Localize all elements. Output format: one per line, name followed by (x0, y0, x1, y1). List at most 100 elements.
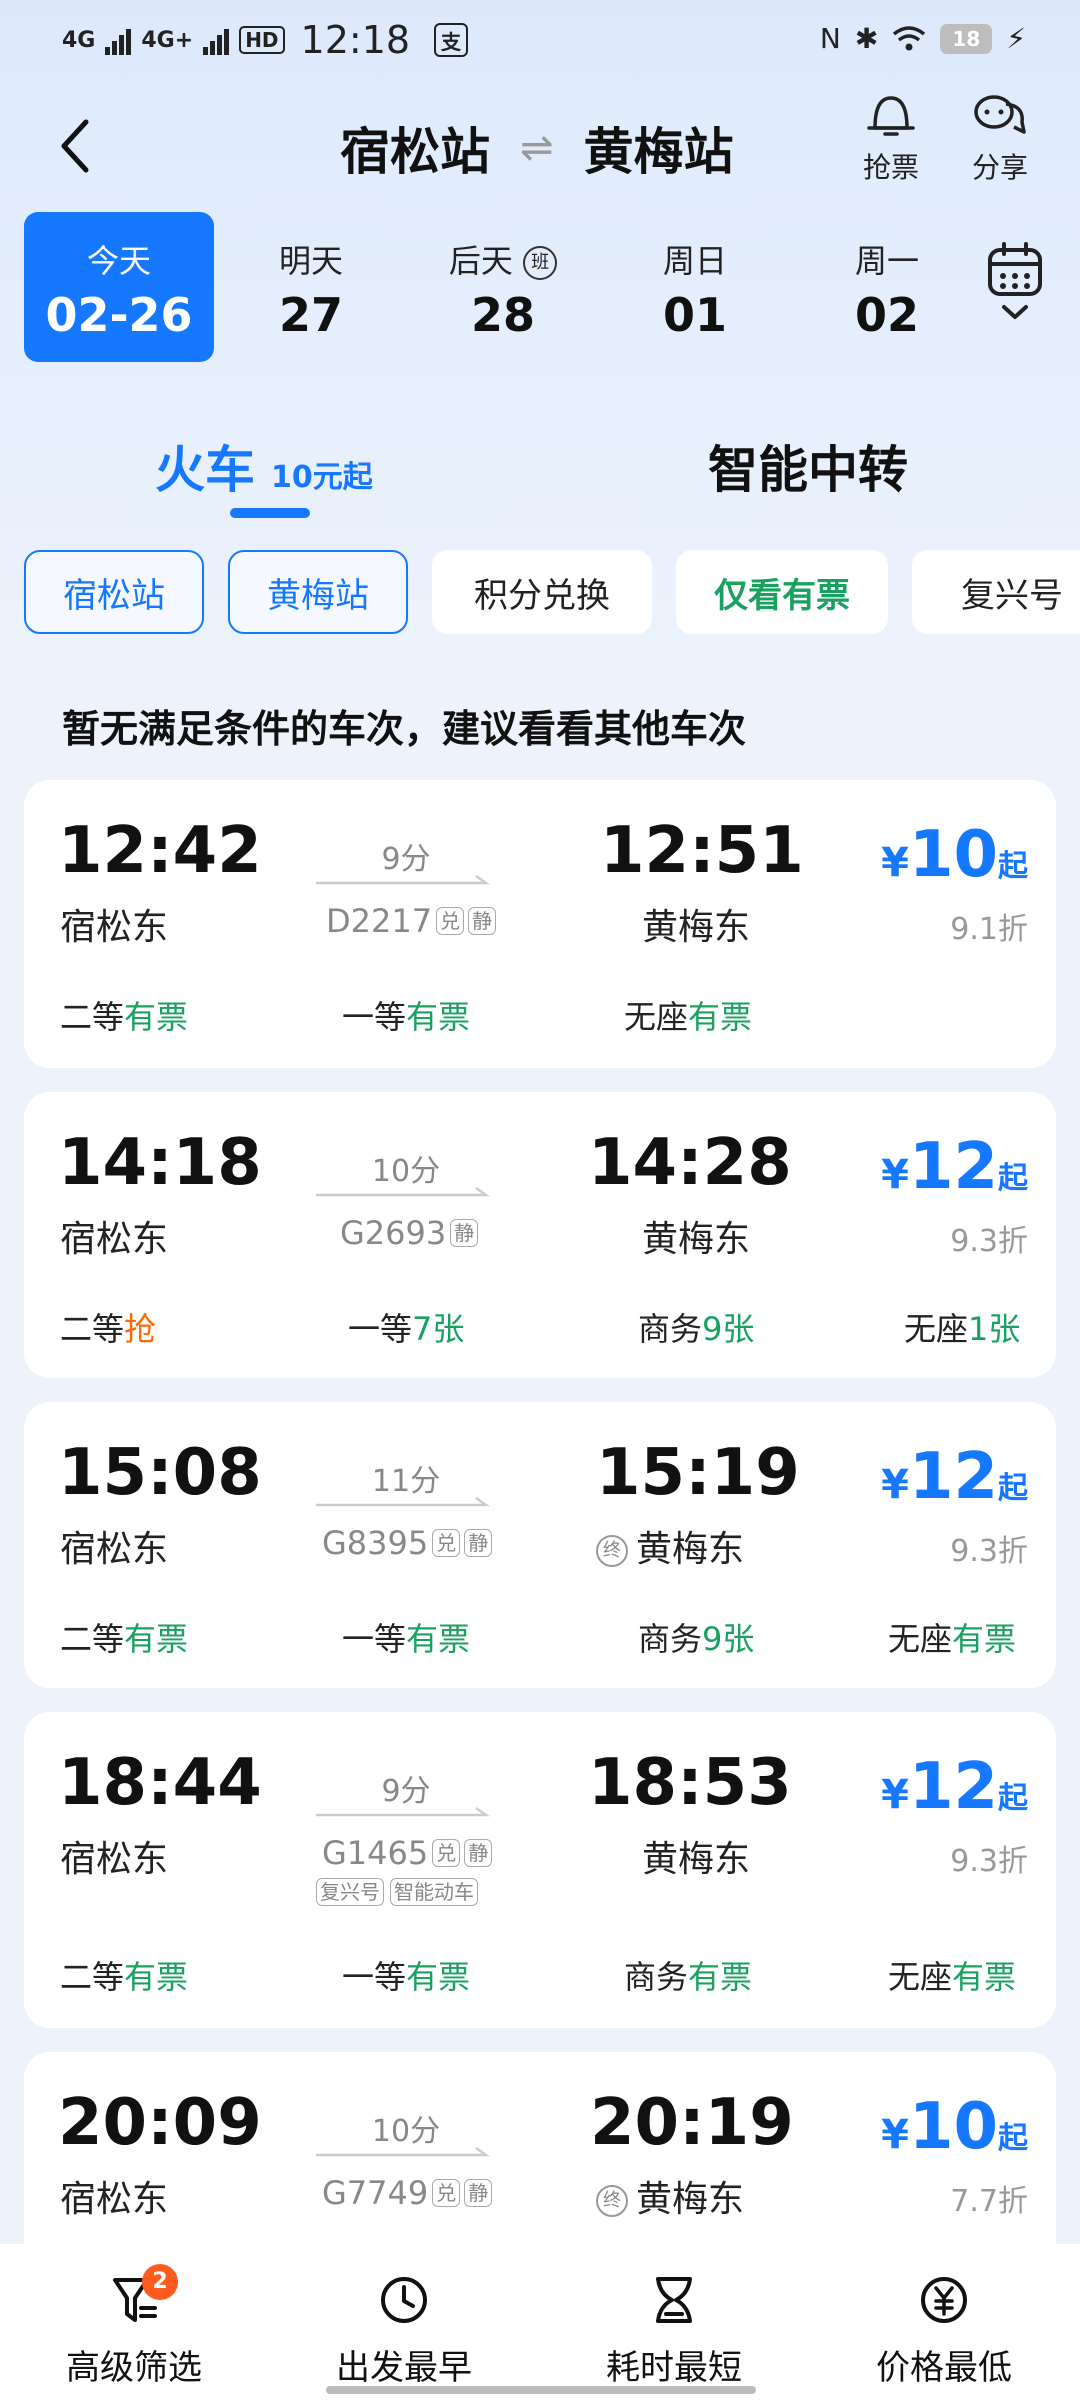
seat-status: 1张 (968, 1310, 1021, 1348)
quiet-tag: 静 (464, 1529, 493, 1557)
date-monday[interactable]: 周一 02 (792, 212, 982, 362)
seat-name: 商务 (638, 1310, 703, 1348)
train-card[interactable]: 18:44 宿松东 9分 G1465 兑 静 复兴号 智能动车 18:53 黄梅… (24, 1712, 1056, 2028)
filter-chip-to-station[interactable]: 黄梅站 (228, 550, 408, 634)
seat-second-class: 二等有票 (60, 1952, 188, 1998)
filter-chip-from-station[interactable]: 宿松站 (24, 550, 204, 634)
seat-status: 有票 (124, 998, 189, 1036)
filter-chip-points[interactable]: 积分兑换 (432, 550, 652, 634)
shift-badge: 班 (523, 246, 558, 280)
train-card[interactable]: 15:08 宿松东 11分 G8395 兑 静 15:19 终黄梅东 ¥12起 … (24, 1402, 1056, 1688)
arrival-station-wrap: 终黄梅东 (596, 2170, 744, 2222)
train-number-label: G2693 (340, 1214, 447, 1252)
train-card[interactable]: 14:18 宿松东 10分 G2693 静 14:28 黄梅东 ¥12起 9.3… (24, 1092, 1056, 1378)
wifi-icon (893, 25, 926, 50)
quiet-tag: 静 (450, 1219, 479, 1247)
direction-arrow-icon (316, 1186, 490, 1197)
alarm-bell-icon (867, 96, 915, 136)
home-indicator[interactable] (326, 2386, 756, 2394)
seat-first-class: 一等有票 (342, 1952, 470, 1998)
back-icon[interactable] (56, 116, 96, 176)
filter-chip-available[interactable]: 仅看有票 (676, 550, 888, 634)
price-value: 12 (908, 1440, 998, 1514)
seat-first-class: 一等有票 (342, 992, 470, 1038)
share-button[interactable]: 分享 (955, 90, 1045, 186)
charging-icon: ⚡ (1006, 22, 1026, 55)
signal-icon-2 (203, 25, 230, 55)
sort-shortest-label: 耗时最短 (606, 2348, 742, 2388)
duration: 11分 (371, 1464, 441, 1499)
seat-second-class: 二等有票 (60, 992, 188, 1038)
price: ¥12起 (828, 1440, 1028, 1514)
bottom-sort-bar: 2 高级筛选 出发最早 耗时最短 价格最低 (0, 2244, 1080, 2400)
train-number-label: G7749 (322, 2174, 429, 2212)
redeem-tag: 兑 (432, 1529, 461, 1557)
seat-first-class: 一等有票 (342, 1614, 470, 1660)
currency-symbol: ¥ (881, 1462, 909, 1508)
departure-station: 宿松东 (60, 2179, 169, 2220)
seat-status: 有票 (406, 1620, 471, 1658)
direction-arrow-icon (316, 1496, 490, 1507)
discount: 9.3折 (950, 1224, 1028, 1259)
arrival-time: 12:51 (600, 814, 804, 888)
sort-earliest-button[interactable]: 出发最早 (304, 2274, 504, 2389)
sort-lowest-price-button[interactable]: 价格最低 (844, 2274, 1044, 2389)
filter-chip-fuxing[interactable]: 复兴号 (912, 550, 1080, 634)
filter-chips: 宿松站 黄梅站 积分兑换 仅看有票 复兴号 (0, 550, 1080, 636)
grab-ticket-button[interactable]: 抢票 (846, 90, 936, 186)
seat-status: 有票 (952, 1620, 1017, 1658)
seat-business: 商务9张 (638, 1614, 754, 1660)
date-today[interactable]: 今天 02-26 (24, 212, 214, 362)
price-value: 12 (908, 1750, 998, 1824)
price-from-label: 起 (998, 1471, 1028, 1506)
date-day-after[interactable]: 后天 班 28 (408, 212, 598, 362)
tab-transfer[interactable]: 智能中转 (708, 430, 908, 502)
calendar-icon (988, 242, 1042, 296)
price-value: 12 (908, 1130, 998, 1204)
discount: 7.7折 (950, 2184, 1028, 2219)
seat-standing: 无座有票 (888, 1952, 1016, 1998)
swap-icon[interactable]: ⇌ (520, 125, 554, 171)
date-sunday[interactable]: 周日 01 (600, 212, 790, 362)
train-card[interactable]: 12:42 宿松东 9分 D2217 兑 静 12:51 黄梅东 ¥10起 9.… (24, 780, 1056, 1068)
seat-status: 有票 (124, 1620, 189, 1658)
to-station[interactable]: 黄梅站 (584, 112, 734, 184)
price: ¥10起 (828, 818, 1028, 892)
seat-name: 二等 (60, 1620, 125, 1658)
date-tomorrow[interactable]: 明天 27 (216, 212, 406, 362)
yen-coin-icon (921, 2277, 967, 2323)
train-number-label: D2217 (326, 902, 433, 940)
seat-standing: 无座有票 (888, 1614, 1016, 1660)
seat-status: 7张 (412, 1310, 465, 1348)
date-label: 周一 (854, 242, 919, 280)
redeem-tag: 兑 (432, 2179, 461, 2207)
discount: 9.3折 (950, 1844, 1028, 1879)
arrival-station: 黄梅东 (642, 1839, 751, 1880)
arrival-station: 黄梅东 (636, 1529, 745, 1570)
clock-icon (381, 2277, 427, 2323)
seat-status: 有票 (688, 1958, 753, 1996)
direction-arrow-icon (316, 1806, 490, 1817)
advanced-filter-button[interactable]: 2 高级筛选 (34, 2264, 234, 2389)
departure-time: 18:44 (58, 1746, 262, 1820)
seat-status: 有票 (952, 1958, 1017, 1996)
calendar-button[interactable] (980, 240, 1050, 326)
seat-status: 有票 (406, 1958, 471, 1996)
currency-symbol: ¥ (881, 1772, 909, 1818)
grab-ticket-label: 抢票 (862, 151, 919, 184)
date-value: 28 (470, 288, 535, 342)
arrival-station: 黄梅东 (642, 1219, 751, 1260)
from-station[interactable]: 宿松站 (340, 112, 490, 184)
seat-business: 商务有票 (624, 1952, 752, 1998)
duration: 9分 (381, 842, 431, 877)
route-title: 宿松站 ⇌ 黄梅站 (340, 112, 734, 184)
date-label: 今天 (86, 242, 151, 280)
train-feature-tags: 复兴号 智能动车 (316, 1878, 478, 1906)
seat-status: 9张 (702, 1310, 755, 1348)
alipay-icon: 支 (434, 23, 469, 57)
no-match-notice: 暂无满足条件的车次，建议看看其他车次 (62, 707, 747, 751)
tab-train[interactable]: 火车 10元起 (155, 430, 373, 502)
sort-lowest-price-label: 价格最低 (876, 2348, 1012, 2388)
price-value: 10 (908, 818, 998, 892)
sort-shortest-button[interactable]: 耗时最短 (574, 2274, 774, 2389)
